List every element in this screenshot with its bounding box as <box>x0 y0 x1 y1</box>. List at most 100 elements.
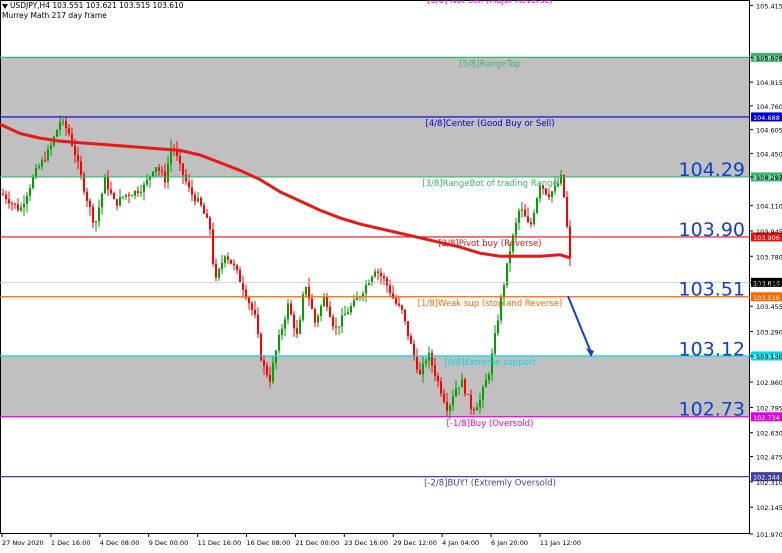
candle-body <box>89 200 91 207</box>
candle-body <box>203 205 205 214</box>
candle-body <box>29 188 31 196</box>
candle-body <box>224 256 226 264</box>
candle-body <box>182 163 184 176</box>
x-tick-label-11: 11 Jan 12:00 <box>540 539 581 547</box>
candle-body <box>551 191 553 198</box>
candle-body <box>311 298 313 309</box>
candle-body <box>143 184 145 192</box>
candle-body <box>488 374 490 380</box>
candle-body <box>515 222 517 236</box>
candle-body <box>68 128 70 135</box>
murrey-level-label-3: [2/8]Pivot buy (Reverse) <box>438 239 541 249</box>
candle-body <box>158 167 160 171</box>
candle-body <box>275 350 277 363</box>
candle-body <box>473 409 475 411</box>
price-chart[interactable]: [5/8]RangeTop 105.076 [4/8]Center (Good Bu… <box>0 0 782 549</box>
candle-body <box>317 315 319 323</box>
candle-body <box>467 394 469 396</box>
candle-body <box>278 334 280 351</box>
candle-body <box>239 270 241 283</box>
level-annotation-4: 102.73 <box>679 398 745 420</box>
level-annotation-1: 103.90 <box>679 219 745 241</box>
candle-body <box>431 352 433 366</box>
candle-body <box>440 381 442 394</box>
candle-body <box>347 312 349 315</box>
candle-body <box>455 388 457 397</box>
candle-body <box>395 298 397 304</box>
y-tick-label-7: 104.110 <box>756 203 782 211</box>
candle-body <box>110 189 112 194</box>
candle-body <box>446 401 448 411</box>
candle-body <box>533 212 535 225</box>
candle-body <box>452 396 454 406</box>
candle-body <box>443 393 445 402</box>
candle-body <box>368 282 370 285</box>
candle-body <box>14 203 16 205</box>
candle-body <box>215 263 217 278</box>
candle-body <box>197 197 199 202</box>
candle-body <box>296 328 298 334</box>
candle-body <box>266 365 268 375</box>
candle-body <box>545 188 547 195</box>
candle-body <box>356 297 358 301</box>
candle-body <box>338 326 340 328</box>
candle-body <box>251 303 253 310</box>
candle-body <box>119 196 121 206</box>
candle-body <box>125 194 127 197</box>
candle-body <box>449 405 451 411</box>
y-tick-label-14: 102.960 <box>756 379 782 387</box>
candle-body <box>263 360 265 366</box>
y-tick-label-17: 102.475 <box>756 454 782 462</box>
candle-body <box>26 195 28 204</box>
candle-body <box>458 387 460 389</box>
candle-body <box>563 175 565 198</box>
candle-body <box>248 297 250 304</box>
y-tick-label-15: 102.795 <box>756 404 782 412</box>
candle-body <box>200 197 202 206</box>
x-tick-label-5: 16 Dec 08:00 <box>247 539 291 547</box>
candle-body <box>524 209 526 217</box>
candle-body <box>77 155 79 162</box>
y-tick-label-3: 104.760 <box>756 103 782 111</box>
candle-body <box>518 210 520 223</box>
candle-body <box>50 145 52 150</box>
candle-body <box>353 300 355 307</box>
candle-body <box>425 360 427 364</box>
level-annotation-0: 104.29 <box>679 159 745 181</box>
candle-body <box>485 379 487 388</box>
y-tick-label-19: 102.145 <box>756 504 782 512</box>
y-tick-label-10: 103.610 <box>756 279 782 287</box>
candle-body <box>71 134 73 146</box>
candle-body <box>371 276 373 283</box>
candle-body <box>404 309 406 322</box>
candle-body <box>392 293 394 299</box>
candle-body <box>323 297 325 307</box>
candle-body <box>188 181 190 188</box>
candle-body <box>284 319 286 329</box>
candle-body <box>80 161 82 175</box>
candle-body <box>521 209 523 211</box>
candle-body <box>98 207 100 222</box>
x-tick-label-0: 27 Nov 2020 <box>2 539 44 547</box>
candle-body <box>65 121 67 129</box>
candle-body <box>341 315 343 327</box>
candle-body <box>257 314 259 334</box>
level-annotation-3: 103.12 <box>679 339 745 361</box>
candle-body <box>116 199 118 206</box>
forecast-arrow-line <box>567 295 591 351</box>
candle-body <box>305 286 307 295</box>
candle-body <box>548 194 550 198</box>
murrey-level-label-6: [-1/8]Buy (Oversold) <box>447 419 534 429</box>
candle-body <box>41 159 43 167</box>
candle-body <box>206 213 208 218</box>
candle-body <box>380 272 382 277</box>
murrey-level-label-4: [1/8]Weak sup (stop and Reverse) <box>418 299 563 309</box>
candle-body <box>122 196 124 198</box>
x-tick-label-3: 9 Dec 00:00 <box>149 539 189 547</box>
candle-body <box>461 379 463 388</box>
x-tick-label-2: 4 Dec 08:00 <box>100 539 140 547</box>
candle-body <box>254 309 256 315</box>
candle-body <box>161 170 163 172</box>
murrey-level-label-7: [-2/8]BUY! (Extremly Oversold) <box>424 479 556 489</box>
top-partial-level-label: [6/8] Not Sell (Major Reverse) <box>427 0 553 6</box>
